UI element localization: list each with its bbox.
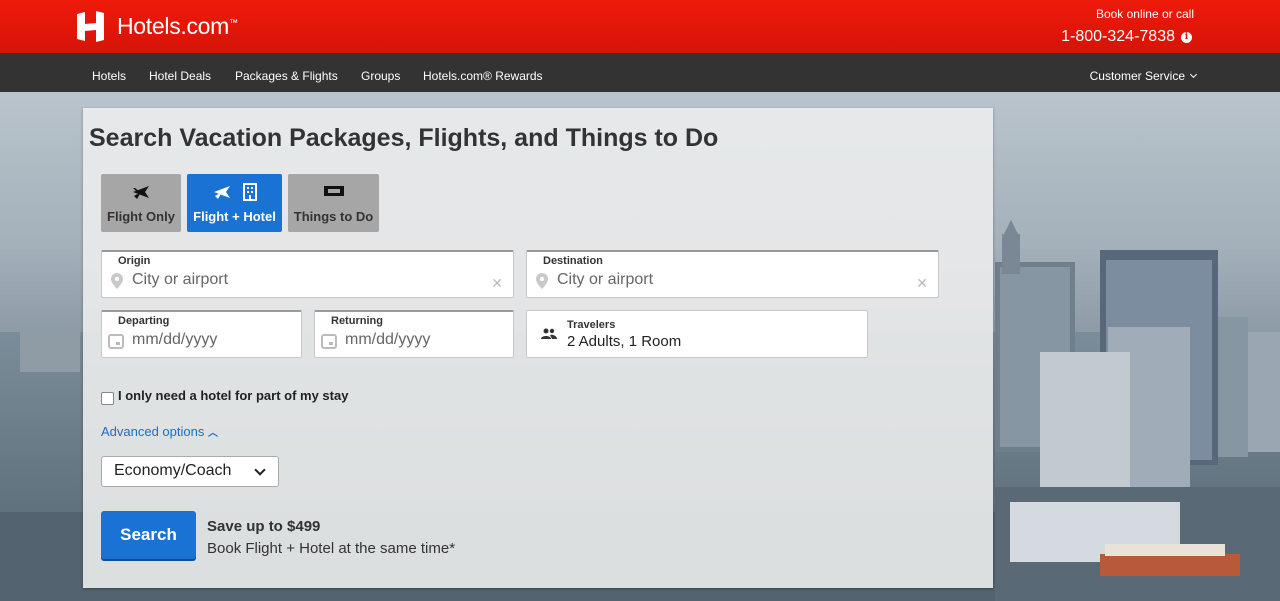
- destination-label: Destination: [543, 255, 603, 267]
- customer-service-menu[interactable]: Customer Service: [1089, 69, 1198, 83]
- departing-input[interactable]: [132, 331, 282, 349]
- calendar-icon: [321, 334, 337, 349]
- travelers-value: 2 Adults, 1 Room: [567, 333, 682, 350]
- nav-item-hotels[interactable]: Hotels: [92, 69, 126, 83]
- travelers-label: Travelers: [567, 319, 616, 331]
- tab-flight-hotel[interactable]: Flight + Hotel: [187, 174, 282, 232]
- returning-label: Returning: [331, 315, 383, 327]
- origin-label: Origin: [118, 255, 151, 267]
- savings-subtitle: Book Flight + Hotel at the same time*: [207, 540, 456, 557]
- advanced-options-label: Advanced options: [101, 424, 205, 439]
- customer-service-label: Customer Service: [1089, 69, 1185, 83]
- chevron-down-icon: [1189, 70, 1198, 79]
- ticket-icon: [323, 186, 344, 196]
- origin-input[interactable]: [132, 271, 441, 289]
- tab-flight-only[interactable]: Flight Only: [101, 174, 181, 232]
- returning-field[interactable]: Returning: [314, 310, 514, 358]
- hotels-logo[interactable]: Hotels.com™: [74, 9, 238, 43]
- tab-label: Flight Only: [107, 209, 175, 224]
- page-title: Search Vacation Packages, Flights, and T…: [89, 124, 719, 152]
- cabin-class-select[interactable]: Economy/Coach: [101, 456, 279, 487]
- location-pin-icon: [111, 273, 123, 289]
- airplane-icon: [133, 186, 149, 199]
- partial-stay-label[interactable]: I only need a hotel for part of my stay: [118, 388, 348, 403]
- cabin-class-value: Economy/Coach: [114, 462, 232, 479]
- chevron-down-icon: [254, 464, 266, 476]
- airplane-icon: [213, 186, 230, 199]
- departing-label: Departing: [118, 315, 170, 327]
- returning-input[interactable]: [345, 331, 494, 349]
- top-header: Hotels.com™ Book online or call 1-800-32…: [0, 0, 1280, 53]
- nav-bar: Hotels Hotel Deals Packages & Flights Gr…: [0, 53, 1280, 92]
- nav-item-packages-flights[interactable]: Packages & Flights: [235, 69, 338, 83]
- nav-item-rewards[interactable]: Hotels.com® Rewards: [423, 69, 543, 83]
- phone-number[interactable]: 1-800-324-7838 i: [1061, 28, 1192, 46]
- destination-input[interactable]: [557, 271, 866, 289]
- location-pin-icon: [536, 273, 548, 289]
- info-icon[interactable]: i: [1181, 31, 1192, 43]
- partial-stay-checkbox[interactable]: [101, 392, 114, 405]
- building-icon: [242, 183, 257, 201]
- search-button[interactable]: Search: [101, 511, 196, 559]
- phone-text: 1-800-324-7838: [1061, 28, 1175, 45]
- calendar-icon: [108, 334, 124, 349]
- nav-item-hotel-deals[interactable]: Hotel Deals: [149, 69, 211, 83]
- tab-label: Things to Do: [293, 209, 374, 224]
- nav-item-groups[interactable]: Groups: [361, 69, 400, 83]
- tab-things-to-do[interactable]: Things to Do: [288, 174, 379, 232]
- clear-icon[interactable]: ✕: [491, 275, 503, 292]
- savings-title: Save up to $499: [207, 518, 321, 535]
- chevron-up-icon: ︿: [207, 428, 218, 439]
- destination-field[interactable]: Destination ✕: [526, 250, 939, 298]
- search-panel: Search Vacation Packages, Flights, and T…: [83, 108, 993, 588]
- advanced-options-link[interactable]: Advanced options ︿: [101, 424, 218, 439]
- travelers-field[interactable]: Travelers 2 Adults, 1 Room: [526, 310, 868, 358]
- departing-field[interactable]: Departing: [101, 310, 302, 358]
- clear-icon[interactable]: ✕: [916, 275, 928, 292]
- hotels-logo-icon: [77, 10, 104, 42]
- book-label: Book online or call: [1095, 7, 1194, 21]
- logo-text: Hotels.com™: [117, 12, 238, 39]
- origin-field[interactable]: Origin ✕: [101, 250, 514, 298]
- people-icon: [541, 328, 557, 339]
- tab-label: Flight + Hotel: [193, 209, 276, 224]
